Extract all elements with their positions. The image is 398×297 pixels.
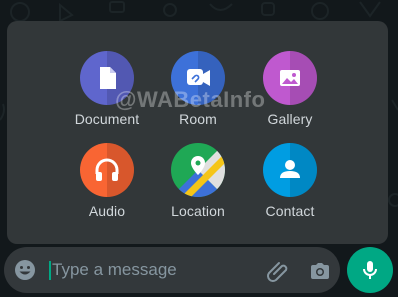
gallery-button[interactable] (263, 51, 317, 105)
watermark: @WABetaInfo (115, 87, 266, 112)
audio-button[interactable] (80, 143, 134, 197)
emoji-icon[interactable] (14, 259, 36, 281)
attach-icon[interactable] (266, 259, 290, 283)
attachment-menu: Document Room Gallery Audio Location Con… (7, 21, 388, 244)
camera-icon[interactable] (308, 259, 332, 283)
text-caret (49, 261, 51, 280)
gallery-label: Gallery (267, 111, 313, 127)
contact-label: Contact (265, 203, 315, 219)
voice-message-button[interactable] (347, 247, 393, 293)
gallery-icon (280, 70, 300, 86)
location-button[interactable] (171, 143, 225, 197)
message-input[interactable]: Type a message (52, 260, 177, 280)
location-icon (171, 143, 225, 197)
attach-contact[interactable]: Contact (235, 143, 345, 219)
contact-button[interactable] (263, 143, 317, 197)
message-composer: Type a message (4, 247, 340, 293)
contact-icon (280, 160, 300, 178)
microphone-icon (363, 261, 377, 279)
headphones-icon (95, 158, 119, 181)
